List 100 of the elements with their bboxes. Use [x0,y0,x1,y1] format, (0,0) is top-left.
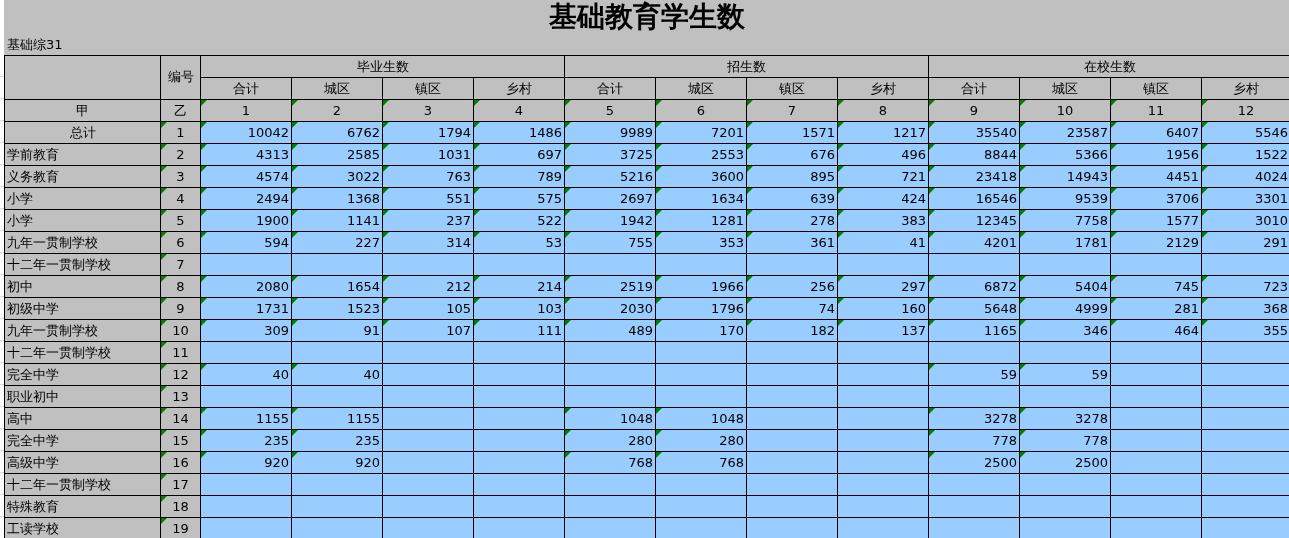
table-cell: 237 [383,210,474,232]
table-cell: 1141 [292,210,383,232]
table-cell: 3278 [1020,408,1111,430]
table-cell: 9539 [1020,188,1111,210]
table-cell: 2519 [565,276,656,298]
table-cell: 6872 [929,276,1020,298]
table-cell: 235 [201,430,292,452]
table-cell: 5216 [565,166,656,188]
table-cell: 280 [565,430,656,452]
table-cell: 676 [747,144,838,166]
table-cell: 1165 [929,320,1020,342]
row-number: 11 [161,342,201,364]
table-cell: 763 [383,166,474,188]
row-header: 小学 [5,210,161,232]
row-number: 6 [161,232,201,254]
table-cell: 4999 [1020,298,1111,320]
table-cell: 4313 [201,144,292,166]
column-header: 4 [474,100,565,122]
table-cell: 2500 [929,452,1020,474]
column-header: 2 [292,100,383,122]
table-cell: 3301 [1202,188,1289,210]
table-cell: 368 [1202,298,1289,320]
table-cell: 1781 [1020,232,1111,254]
table-cell: 1155 [292,408,383,430]
table-code: 基础综31 [7,36,63,53]
row-header: 完全中学 [5,430,161,452]
table-cell: 1048 [656,408,747,430]
column-header: 乡村 [838,78,929,100]
table-cell: 3022 [292,166,383,188]
column-header: 合计 [565,78,656,100]
row-header: 乙 [161,100,201,122]
row-number: 3 [161,166,201,188]
table-cell: 920 [292,452,383,474]
column-header: 11 [1111,100,1202,122]
table-cell: 2553 [656,144,747,166]
column-header: 城区 [292,78,383,100]
table-cell: 522 [474,210,565,232]
table-cell: 551 [383,188,474,210]
table-cell: 235 [292,430,383,452]
table-cell: 1634 [656,188,747,210]
row-number: 19 [161,518,201,538]
row-number: 10 [161,320,201,342]
table-cell: 2697 [565,188,656,210]
table-cell: 14943 [1020,166,1111,188]
table-cell: 10042 [201,122,292,144]
table-cell: 353 [656,232,747,254]
table-cell: 1048 [565,408,656,430]
row-header: 学前教育 [5,144,161,166]
table-cell: 35540 [929,122,1020,144]
column-header: 10 [1020,100,1111,122]
table-cell: 3706 [1111,188,1202,210]
table-cell: 160 [838,298,929,320]
table-cell: 697 [474,144,565,166]
table-cell: 1796 [656,298,747,320]
column-header: 5 [565,100,656,122]
table-cell: 7201 [656,122,747,144]
row-header: 高中 [5,408,161,430]
row-header: 十二年一贯制学校 [5,254,161,276]
table-cell: 3725 [565,144,656,166]
table-cell: 1794 [383,122,474,144]
table-cell: 594 [201,232,292,254]
table-cell: 105 [383,298,474,320]
table-cell: 2080 [201,276,292,298]
row-header: 职业初中 [5,386,161,408]
row-header: 义务教育 [5,166,161,188]
table-cell: 496 [838,144,929,166]
table-cell: 383 [838,210,929,232]
table-cell: 778 [929,430,1020,452]
row-header: 初级中学 [5,298,161,320]
table-cell: 723 [1202,276,1289,298]
table-cell: 464 [1111,320,1202,342]
column-header: 6 [656,100,747,122]
table-cell: 40 [201,364,292,386]
column-header: 镇区 [747,78,838,100]
row-number: 8 [161,276,201,298]
table-cell: 4451 [1111,166,1202,188]
table-cell: 53 [474,232,565,254]
column-header: 城区 [1020,78,1111,100]
table-cell: 1966 [656,276,747,298]
table-cell: 755 [565,232,656,254]
table-cell: 778 [1020,430,1111,452]
table-cell: 3010 [1202,210,1289,232]
column-header: 合计 [929,78,1020,100]
row-header: 总计 [5,122,161,144]
table-cell: 111 [474,320,565,342]
table-cell: 297 [838,276,929,298]
row-header: 九年一贯制学校 [5,320,161,342]
table-cell: 2129 [1111,232,1202,254]
table-cell: 214 [474,276,565,298]
column-header: 12 [1202,100,1289,122]
column-header: 招生数 [565,56,929,78]
table-cell: 4024 [1202,166,1289,188]
table-cell: 2494 [201,188,292,210]
table-cell: 278 [747,210,838,232]
table-cell: 107 [383,320,474,342]
table-cell: 1281 [656,210,747,232]
row-number: 16 [161,452,201,474]
row-header: 高级中学 [5,452,161,474]
table-cell: 5404 [1020,276,1111,298]
table-cell: 281 [1111,298,1202,320]
